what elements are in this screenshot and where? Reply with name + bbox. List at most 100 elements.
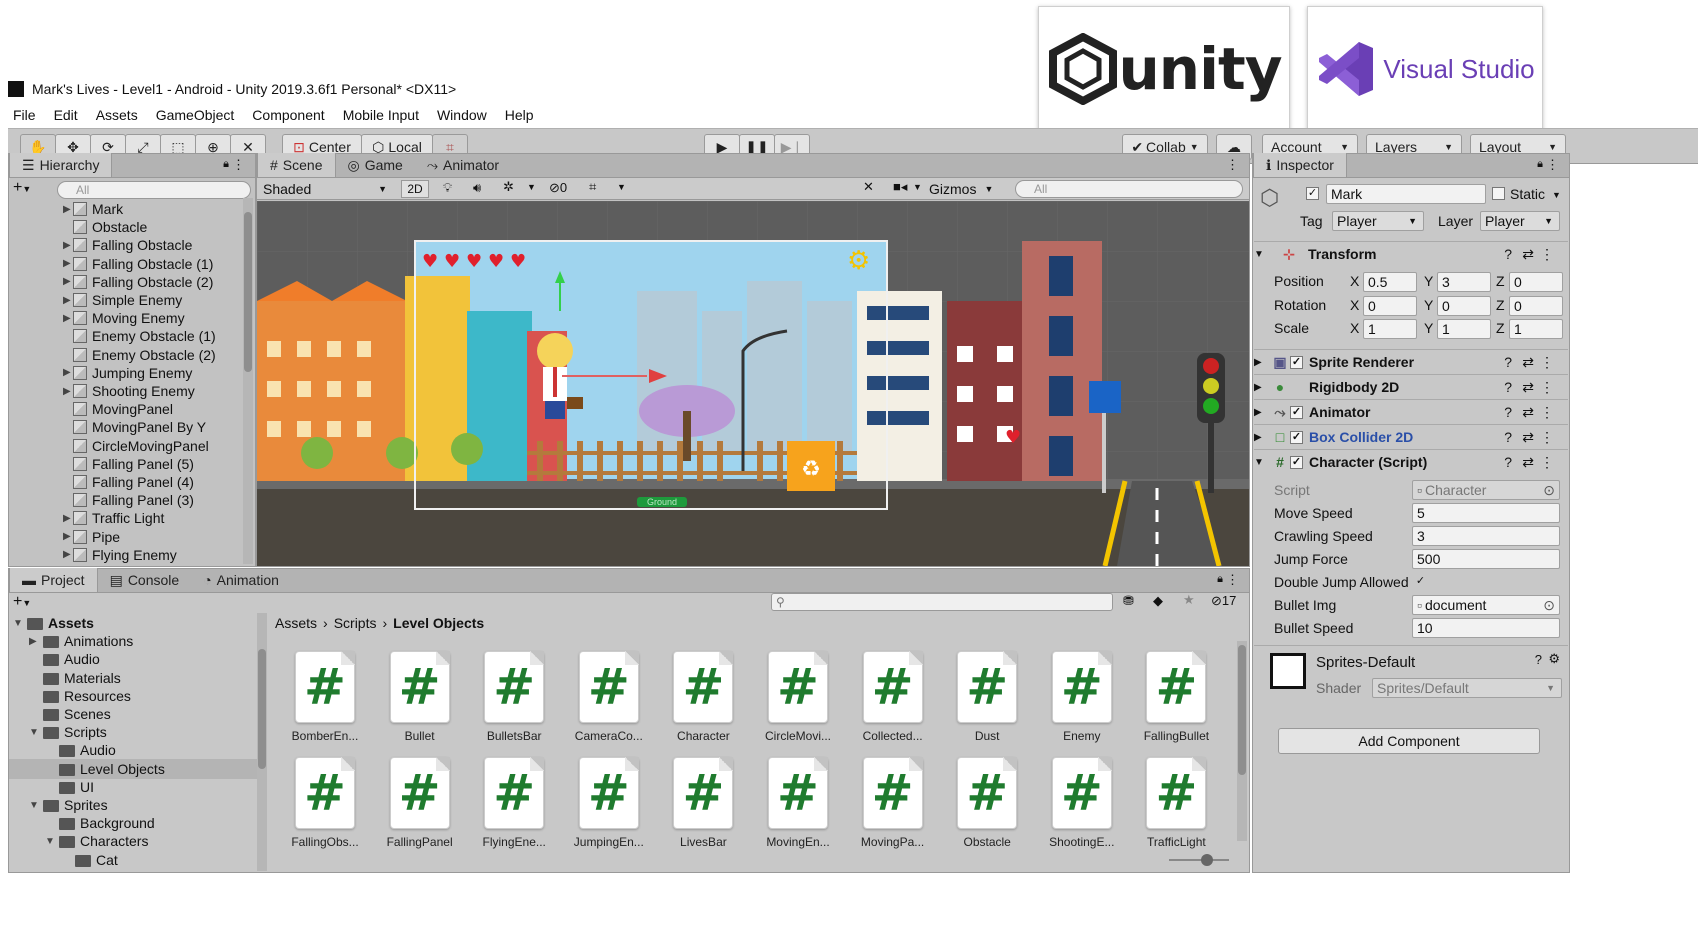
tab-inspector[interactable]: ℹ Inspector bbox=[1253, 153, 1347, 177]
help-icon[interactable]: ? bbox=[1504, 454, 1512, 470]
component-enabled-checkbox[interactable]: ✓ bbox=[1290, 455, 1303, 469]
expand-arrow-icon[interactable]: ▶ bbox=[63, 276, 73, 287]
hierarchy-scrollbar[interactable] bbox=[243, 198, 253, 564]
project-tree-scroll-thumb[interactable] bbox=[258, 649, 266, 769]
presets-icon[interactable]: ⇄ bbox=[1522, 246, 1534, 263]
hidden-objects-icon[interactable]: ⊘0 bbox=[549, 180, 567, 196]
property-crawling-speed-field[interactable]: 3 bbox=[1412, 526, 1560, 546]
presets-icon[interactable]: ⇄ bbox=[1522, 354, 1534, 371]
menu-mobile-input[interactable]: Mobile Input bbox=[334, 107, 428, 123]
transform-position-x-input[interactable]: 0.5 bbox=[1363, 272, 1417, 292]
script-asset[interactable]: # BulletsBar bbox=[468, 651, 560, 743]
expand-arrow-icon[interactable]: ▼ bbox=[45, 836, 55, 847]
script-asset[interactable]: # Bullet bbox=[374, 651, 466, 743]
hierarchy-item[interactable]: MovingPanel bbox=[63, 399, 173, 419]
expand-arrow-icon[interactable]: ▶ bbox=[63, 513, 73, 524]
shader-dropdown[interactable]: Sprites/Default ▼ bbox=[1372, 678, 1562, 698]
more-icon[interactable]: ⋮ bbox=[1540, 379, 1554, 396]
filter-label-icon[interactable]: ◆ bbox=[1153, 593, 1163, 609]
script-asset[interactable]: # FlyingEne... bbox=[468, 757, 560, 849]
hierarchy-item[interactable]: Obstacle bbox=[63, 217, 147, 237]
grid-icon[interactable]: ⌗ bbox=[589, 179, 596, 195]
script-asset[interactable]: # FallingObs... bbox=[279, 757, 371, 849]
expand-arrow-icon[interactable]: ▶ bbox=[63, 386, 73, 397]
transform-position-y-input[interactable]: 3 bbox=[1437, 272, 1491, 292]
menu-window[interactable]: Window bbox=[428, 107, 496, 123]
script-asset[interactable]: # CameraCo... bbox=[563, 651, 655, 743]
help-icon[interactable]: ? bbox=[1504, 354, 1512, 370]
expand-arrow-icon[interactable]: ▶ bbox=[63, 313, 73, 324]
script-asset[interactable]: # FallingBullet bbox=[1130, 651, 1222, 743]
hierarchy-scroll-thumb[interactable] bbox=[244, 212, 252, 372]
tab-scene[interactable]: # Scene bbox=[257, 153, 336, 177]
transform-rotation-x-input[interactable]: 0 bbox=[1363, 295, 1417, 316]
layer-dropdown[interactable]: Player ▼ bbox=[1480, 211, 1560, 231]
expand-arrow-icon[interactable]: ▼ bbox=[13, 618, 23, 629]
add-component-button[interactable]: Add Component bbox=[1278, 728, 1540, 754]
property-jump-force-field[interactable]: 500 bbox=[1412, 549, 1560, 569]
hierarchy-item[interactable]: ▶ Flying Enemy bbox=[63, 545, 177, 564]
object-picker-icon[interactable]: ⊙ bbox=[1543, 482, 1555, 499]
hierarchy-item[interactable]: Enemy Obstacle (2) bbox=[63, 345, 216, 365]
hierarchy-item[interactable]: MovingPanel By Y bbox=[63, 417, 206, 437]
expand-arrow-icon[interactable]: ▶ bbox=[1254, 432, 1270, 443]
lock-icon[interactable]: 🔒︎ bbox=[223, 158, 229, 171]
expand-arrow-icon[interactable]: ▶ bbox=[63, 204, 73, 215]
filter-type-icon[interactable]: ⛃ bbox=[1123, 593, 1134, 609]
script-asset[interactable]: # Character bbox=[657, 651, 749, 743]
hierarchy-search-input[interactable]: All bbox=[57, 181, 251, 199]
breadcrumb-scripts[interactable]: Scripts bbox=[334, 615, 377, 631]
script-asset[interactable]: # LivesBar bbox=[657, 757, 749, 849]
presets-icon[interactable]: ⇄ bbox=[1522, 454, 1534, 471]
project-folder-item[interactable]: Level Objects bbox=[9, 758, 257, 779]
gameobject-name-input[interactable]: Mark bbox=[1326, 184, 1486, 204]
component-header-sprite-renderer[interactable]: ▶ ▣ ✓ Sprite Renderer? ⇄ ⋮ bbox=[1254, 349, 1568, 374]
script-asset[interactable]: # TrafficLight bbox=[1130, 757, 1222, 849]
script-asset[interactable]: # Dust bbox=[941, 651, 1033, 743]
lock-icon[interactable]: 🔒︎ bbox=[1537, 158, 1543, 171]
hierarchy-item[interactable]: ▶ Falling Obstacle bbox=[63, 235, 192, 255]
chevron-down-icon[interactable]: ▼ bbox=[913, 182, 922, 192]
transform-position-z-input[interactable]: 0 bbox=[1509, 272, 1563, 292]
script-asset[interactable]: # JumpingEn... bbox=[563, 757, 655, 849]
breadcrumb-level-objects[interactable]: Level Objects bbox=[393, 615, 484, 631]
script-asset[interactable]: # FallingPanel bbox=[374, 757, 466, 849]
help-icon[interactable]: ? bbox=[1504, 246, 1512, 262]
property-move-speed-field[interactable]: 5 bbox=[1412, 503, 1560, 523]
hierarchy-item[interactable]: Falling Panel (3) bbox=[63, 490, 194, 510]
more-icon[interactable]: ⋮ bbox=[1546, 157, 1559, 173]
script-asset[interactable]: # MovingPa... bbox=[847, 757, 939, 849]
script-asset[interactable]: # Obstacle bbox=[941, 757, 1033, 849]
expand-arrow-icon[interactable]: ▶ bbox=[29, 636, 39, 647]
hierarchy-item[interactable]: ▶ Simple Enemy bbox=[63, 290, 182, 310]
project-folder-item[interactable]: Resources bbox=[9, 686, 257, 706]
transform-scale-z-input[interactable]: 1 bbox=[1509, 319, 1563, 339]
property-bullet-speed-field[interactable]: 10 bbox=[1412, 618, 1560, 638]
expand-arrow-icon[interactable]: ▶ bbox=[63, 240, 73, 251]
expand-arrow-icon[interactable]: ▶ bbox=[63, 367, 73, 378]
hierarchy-item[interactable]: CircleMovingPanel bbox=[63, 436, 209, 456]
double-jump-checkbox[interactable]: ✓ bbox=[1414, 576, 1427, 589]
expand-arrow-icon[interactable]: ▼ bbox=[29, 727, 39, 738]
hierarchy-item[interactable]: ▶ Pipe bbox=[63, 527, 120, 547]
tab-console[interactable]: ▤ Console bbox=[98, 568, 192, 592]
script-asset[interactable]: # CircleMovi... bbox=[752, 651, 844, 743]
more-icon[interactable]: ⋮ bbox=[232, 157, 245, 173]
hierarchy-item[interactable]: ▶ Falling Obstacle (2) bbox=[63, 272, 213, 292]
expand-arrow-icon[interactable]: ▶ bbox=[63, 295, 73, 306]
hierarchy-item[interactable]: Enemy Obstacle (1) bbox=[63, 326, 216, 346]
gameobject-active-checkbox[interactable]: ✓ bbox=[1306, 187, 1319, 200]
camera-icon[interactable]: ■◂ bbox=[893, 179, 907, 195]
hierarchy-item[interactable]: Falling Panel (5) bbox=[63, 454, 194, 474]
transform-rotation-z-input[interactable]: 0 bbox=[1509, 295, 1563, 316]
component-header-box-collider-2d[interactable]: ▶ □ ✓ Box Collider 2D? ⇄ ⋮ bbox=[1254, 424, 1568, 449]
create-button[interactable]: +▼ bbox=[13, 179, 31, 197]
project-folder-item[interactable]: Materials bbox=[9, 668, 257, 688]
property-bullet-img-field[interactable]: ▫ document ⊙ bbox=[1412, 595, 1560, 615]
presets-icon[interactable]: ⇄ bbox=[1522, 404, 1534, 421]
scene-search-input[interactable]: All bbox=[1015, 180, 1243, 198]
presets-icon[interactable]: ⇄ bbox=[1522, 379, 1534, 396]
asset-size-slider-knob[interactable] bbox=[1201, 854, 1213, 866]
project-folder-item[interactable]: Audio bbox=[9, 740, 257, 760]
scene-viewport[interactable]: ♻ ♥ ♥ ♥ ♥ ♥ ♥ ⚙ Ground bbox=[257, 201, 1249, 566]
